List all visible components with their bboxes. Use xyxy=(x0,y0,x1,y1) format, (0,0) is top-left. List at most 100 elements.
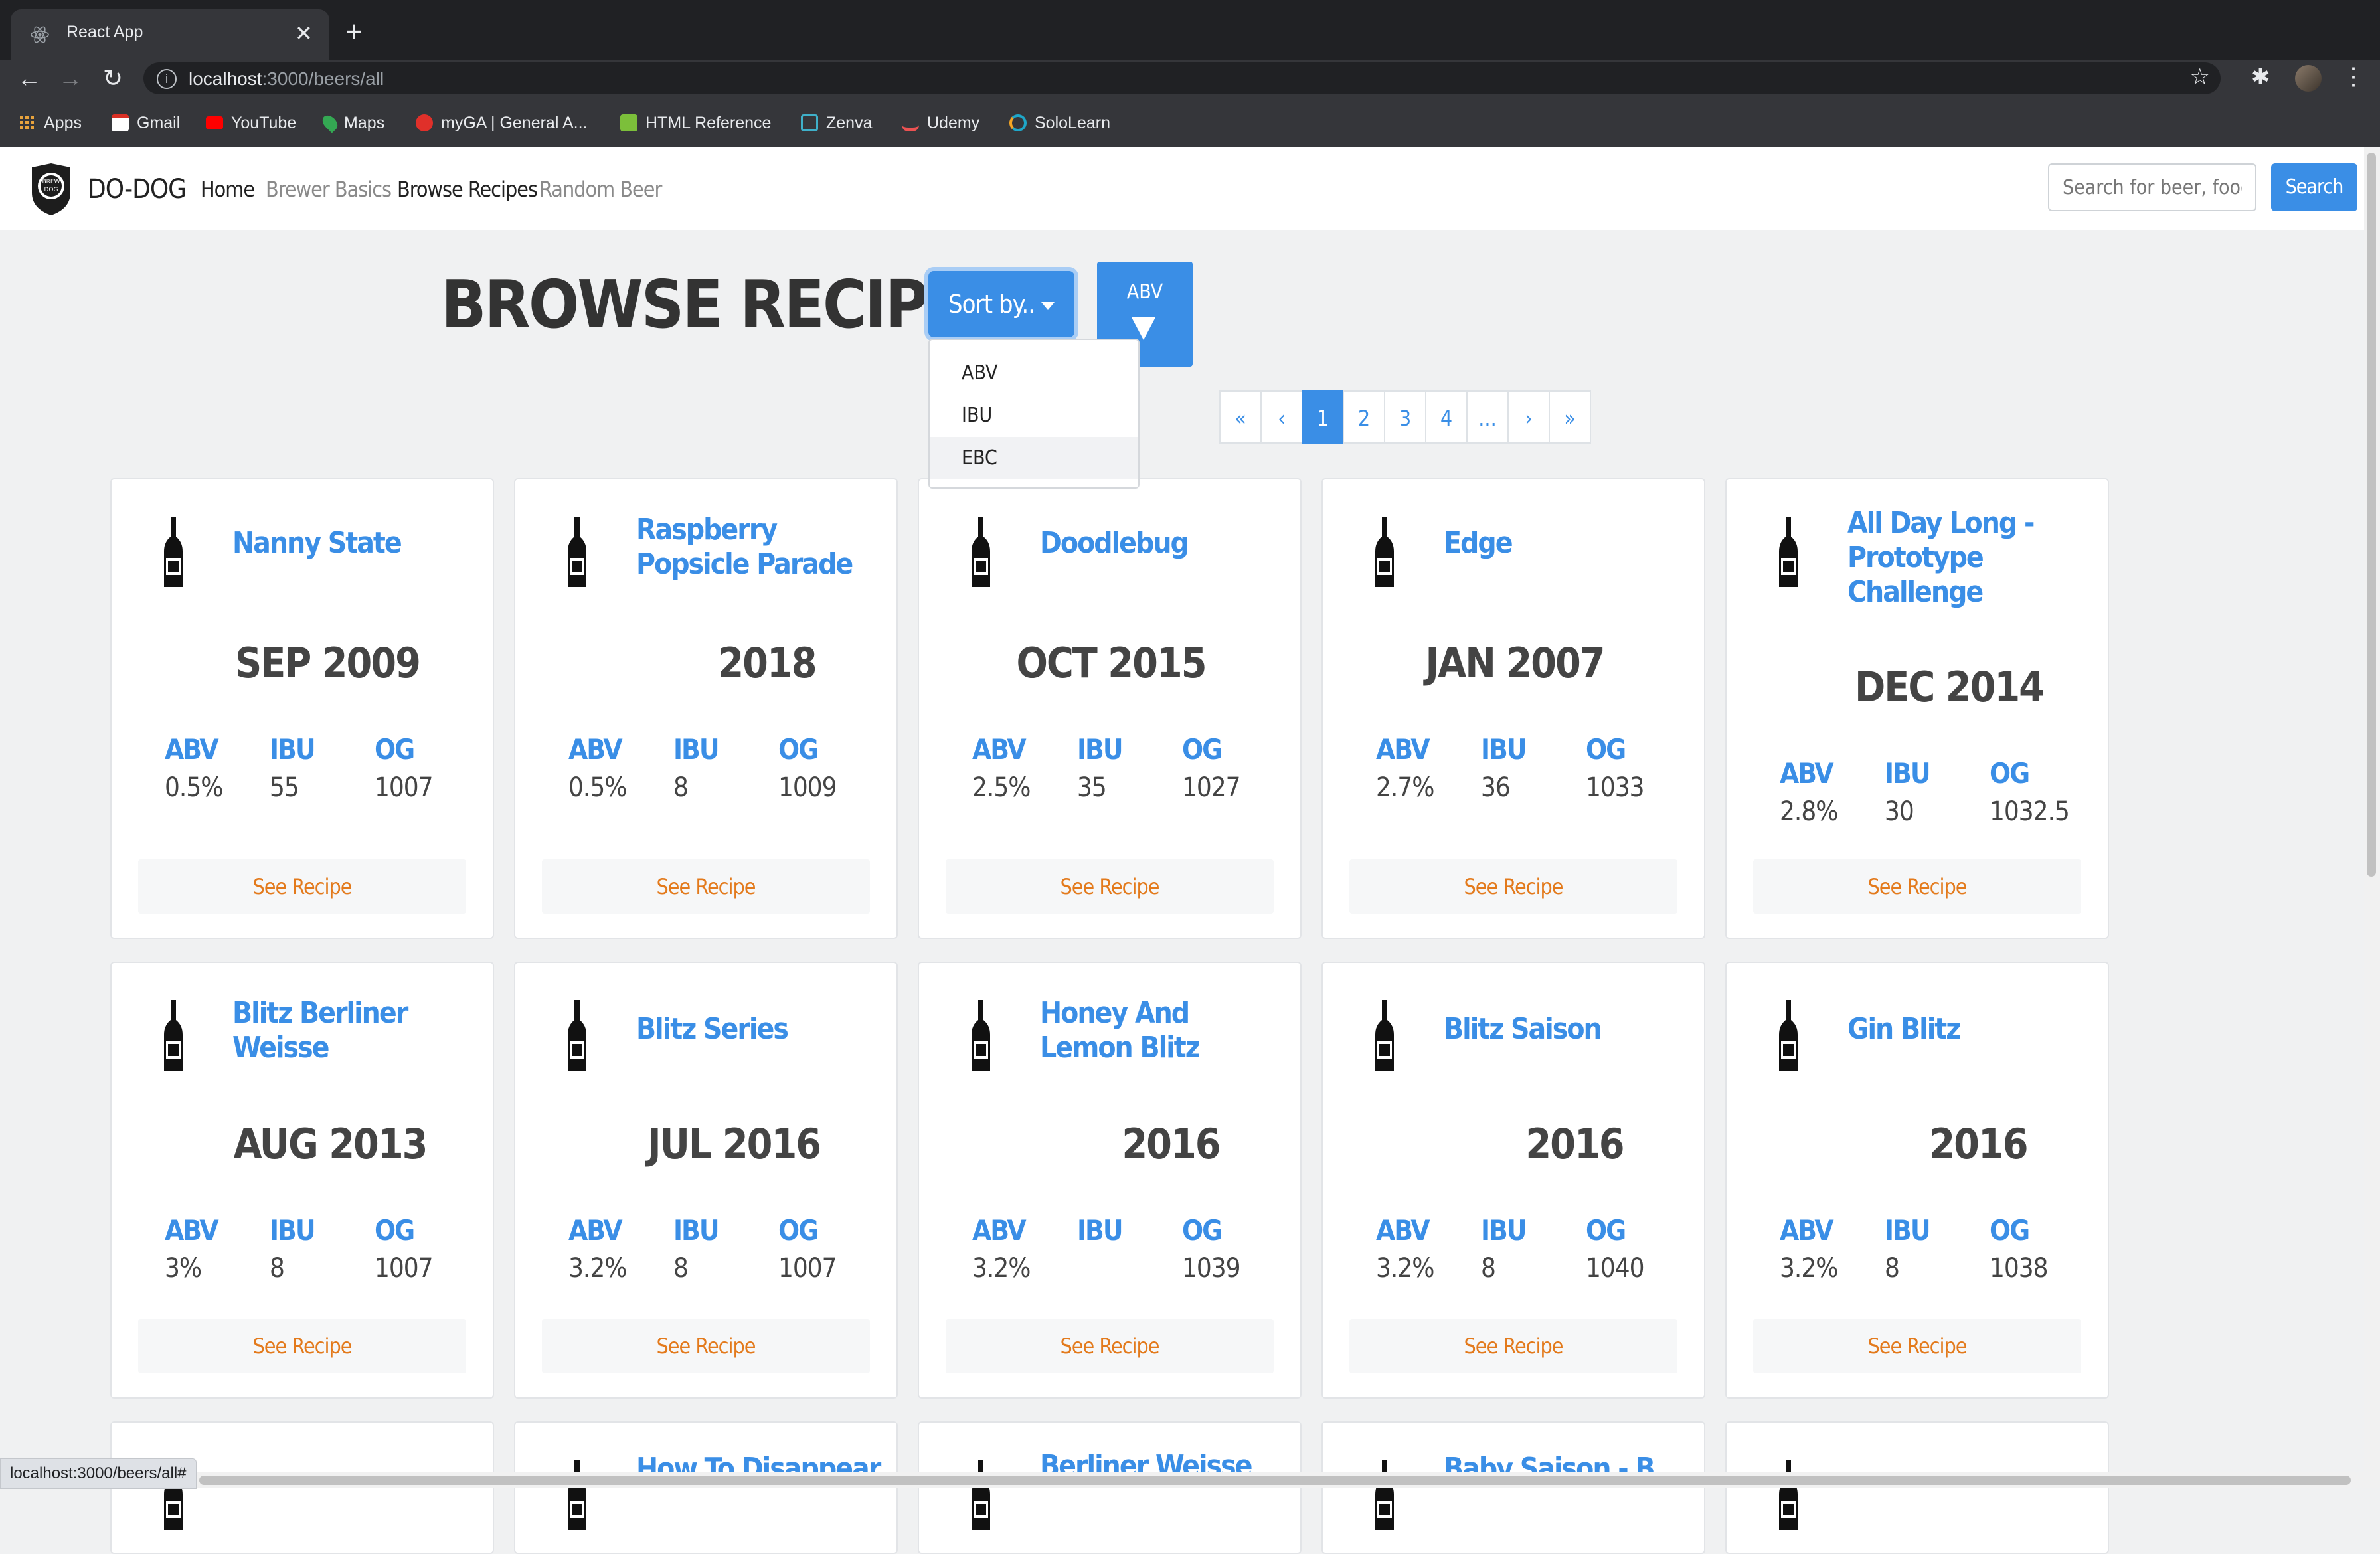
beer-card: Blitz Saison 2016 ABV 3.2% IBU 8 OG 1040 Se… xyxy=(1321,962,1705,1399)
see-recipe-button[interactable]: See Recipe xyxy=(1753,1319,2081,1373)
profile-avatar[interactable] xyxy=(2295,65,2322,92)
beer-bottle-icon xyxy=(164,517,183,587)
abv-stat: ABV 3.2% xyxy=(1780,1214,1838,1284)
beer-date: JAN 2007 xyxy=(1425,639,1605,687)
see-recipe-button[interactable]: See Recipe xyxy=(138,1319,466,1373)
abv-stat: ABV 3.2% xyxy=(568,1214,627,1284)
vertical-scroll-thumb[interactable] xyxy=(2367,153,2376,877)
beer-name[interactable]: Nanny State xyxy=(232,526,478,561)
beer-date: OCT 2015 xyxy=(1016,639,1207,687)
beer-name[interactable]: All Day Long - Prototype Challenge xyxy=(1847,506,2093,610)
ibu-stat: IBU 55 xyxy=(270,733,316,803)
page-4[interactable]: 4 xyxy=(1425,390,1468,444)
og-stat: OG 1040 xyxy=(1586,1214,1645,1284)
abv-stat: ABV 0.5% xyxy=(165,733,223,803)
nav-link-random-beer[interactable]: Random Beer xyxy=(539,177,662,202)
see-recipe-button[interactable]: See Recipe xyxy=(138,859,466,914)
nav-link-home[interactable]: Home xyxy=(201,177,255,202)
abv-stat: ABV 2.7% xyxy=(1376,733,1434,803)
beer-card xyxy=(1725,1421,2109,1554)
vertical-scrollbar[interactable] xyxy=(2364,147,2380,1488)
site-info-icon[interactable]: i xyxy=(157,69,177,89)
bookmark-udemy[interactable]: Udemy xyxy=(902,113,979,133)
beer-name[interactable]: Blitz Saison xyxy=(1444,1012,1689,1047)
beer-name[interactable]: Edge xyxy=(1444,526,1689,561)
beer-date: SEP 2009 xyxy=(235,639,421,687)
beer-card: How To Disappear xyxy=(514,1421,898,1554)
bookmark-youtube[interactable]: YouTube xyxy=(206,113,296,133)
sololearn-icon xyxy=(1009,114,1027,131)
see-recipe-button[interactable]: See Recipe xyxy=(1349,1319,1677,1373)
see-recipe-button[interactable]: See Recipe xyxy=(542,859,870,914)
page-3[interactable]: 3 xyxy=(1384,390,1426,444)
back-icon[interactable]: ← xyxy=(13,60,45,97)
page-next[interactable]: › xyxy=(1507,390,1550,444)
beer-name[interactable]: Honey And Lemon Blitz xyxy=(1040,996,1286,1065)
see-recipe-button[interactable]: See Recipe xyxy=(946,1319,1274,1373)
see-recipe-button[interactable]: See Recipe xyxy=(542,1319,870,1373)
youtube-icon xyxy=(206,116,223,130)
beer-bottle-icon xyxy=(972,517,990,587)
page-last[interactable]: » xyxy=(1549,390,1591,444)
beer-bottle-icon xyxy=(972,1460,990,1530)
pagination: « ‹ 1 2 3 4 ... › » xyxy=(1219,390,1591,444)
ibu-stat: IBU 8 xyxy=(673,1214,720,1284)
beer-name[interactable]: Blitz Series xyxy=(636,1012,882,1047)
page-prev[interactable]: ‹ xyxy=(1260,390,1303,444)
search-input[interactable] xyxy=(2048,163,2256,211)
sort-option-ibu[interactable]: IBU xyxy=(930,394,1138,437)
horizontal-scroll-thumb[interactable] xyxy=(199,1476,2351,1485)
sort-by-dropdown-button[interactable]: Sort by.. xyxy=(928,271,1074,337)
beer-date: 2016 xyxy=(1525,1120,1624,1168)
search-button[interactable]: Search xyxy=(2271,163,2357,211)
page-2[interactable]: 2 xyxy=(1343,390,1385,444)
new-tab-icon[interactable]: + xyxy=(345,16,363,48)
bookmark-star-icon[interactable]: ☆ xyxy=(2190,64,2210,90)
og-stat: OG 1009 xyxy=(778,733,837,803)
beer-name[interactable]: Raspberry Popsicle Parade xyxy=(636,513,882,582)
beer-date: 2016 xyxy=(1122,1120,1221,1168)
bookmark-sololearn[interactable]: SoloLearn xyxy=(1009,113,1110,133)
bookmark-apps[interactable]: Apps xyxy=(19,113,82,133)
see-recipe-button[interactable]: See Recipe xyxy=(1753,859,2081,914)
see-recipe-button[interactable]: See Recipe xyxy=(946,859,1274,914)
page-ellipsis[interactable]: ... xyxy=(1466,390,1509,444)
bookmark-myga[interactable]: myGA | General A... xyxy=(416,113,587,133)
html-reference-icon xyxy=(620,114,638,131)
brand-name[interactable]: DO-DOG xyxy=(88,174,187,205)
beer-bottle-icon xyxy=(164,1000,183,1071)
nav-link-browse-recipes[interactable]: Browse Recipes xyxy=(397,177,538,202)
see-recipe-button[interactable]: See Recipe xyxy=(1349,859,1677,914)
udemy-icon xyxy=(902,114,919,131)
bookmark-html-reference[interactable]: HTML Reference xyxy=(620,113,771,133)
sort-option-abv[interactable]: ABV xyxy=(930,352,1138,394)
zenva-icon xyxy=(801,114,818,131)
brewdog-logo-icon[interactable]: BREW DOG xyxy=(28,162,74,216)
beer-name[interactable]: Gin Blitz xyxy=(1847,1012,2093,1047)
reload-icon[interactable]: ↻ xyxy=(97,60,129,97)
horizontal-scrollbar[interactable] xyxy=(0,1472,2364,1488)
beer-bottle-icon xyxy=(972,1000,990,1071)
browser-tab[interactable]: React App ✕ xyxy=(11,9,329,60)
nav-link-brewer-basics[interactable]: Brewer Basics xyxy=(266,177,392,202)
bookmark-gmail[interactable]: Gmail xyxy=(112,113,180,133)
beer-name[interactable]: Blitz Berliner Weisse xyxy=(232,996,478,1065)
address-bar[interactable]: i localhost:3000/beers/all ☆ xyxy=(143,62,2221,94)
og-stat: OG 1032.5 xyxy=(1990,757,2070,827)
page-1[interactable]: 1 xyxy=(1302,390,1344,444)
page-first[interactable]: « xyxy=(1219,390,1262,444)
link-status-bar: localhost:3000/beers/all# xyxy=(0,1458,197,1489)
browser-menu-icon[interactable]: ⋮ xyxy=(2341,62,2365,90)
extensions-icon[interactable]: ✱ xyxy=(2251,64,2270,90)
abv-stat: ABV 0.5% xyxy=(568,733,627,803)
bookmark-maps[interactable]: Maps xyxy=(319,112,384,133)
sort-option-ebc[interactable]: EBC xyxy=(930,437,1138,479)
ibu-stat: IBU 35 xyxy=(1077,733,1124,803)
beer-name[interactable]: Doodlebug xyxy=(1040,526,1286,561)
forward-icon[interactable]: → xyxy=(54,60,86,97)
close-tab-icon[interactable]: ✕ xyxy=(295,20,313,46)
bookmark-zenva[interactable]: Zenva xyxy=(801,113,872,133)
ga-icon xyxy=(416,114,433,131)
abv-stat: ABV 3% xyxy=(165,1214,219,1284)
apps-grid-icon xyxy=(20,116,34,130)
